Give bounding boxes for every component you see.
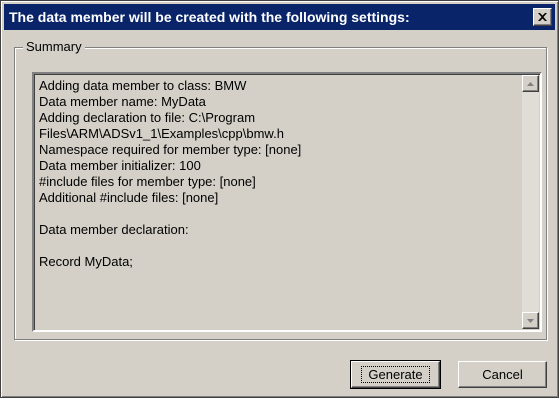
close-icon [538,13,547,21]
generate-button[interactable]: Generate [350,360,441,389]
title-bar: The data member will be created with the… [4,4,555,30]
vertical-scrollbar[interactable] [522,75,539,329]
cancel-button-label: Cancel [482,367,523,382]
summary-line: Data member name: MyData [39,94,206,109]
summary-line: Data member declaration: [39,222,189,237]
settings-dialog: The data member will be created with the… [0,0,559,398]
summary-text: Adding data member to class: BMW Data me… [37,77,513,327]
summary-line: Adding declaration to file: C:\Program [39,110,256,125]
generate-button-label: Generate [361,366,430,383]
summary-line: Data member initializer: 100 [39,158,201,173]
summary-line: Additional #include files: [none] [39,190,219,205]
summary-line [39,238,511,254]
summary-line: Namespace required for member type: [non… [39,142,302,157]
cancel-button[interactable]: Cancel [458,361,547,388]
scroll-down-button[interactable] [522,312,539,329]
summary-line: Adding data member to class: BMW [39,78,247,93]
arrow-down-icon [527,318,534,323]
summary-line: #include files for member type: [none] [39,174,256,189]
summary-group-label: Summary [23,38,85,56]
close-button[interactable] [533,8,552,26]
summary-line: Record MyData; [39,254,133,269]
summary-line [39,206,511,222]
scroll-up-button[interactable] [522,75,539,92]
dialog-title: The data member will be created with the… [9,9,410,25]
arrow-up-icon [527,81,534,86]
summary-textarea[interactable]: Adding data member to class: BMW Data me… [32,72,542,332]
summary-line: Files\ARM\ADSv1_1\Examples\cpp\bmw.h [39,126,284,141]
